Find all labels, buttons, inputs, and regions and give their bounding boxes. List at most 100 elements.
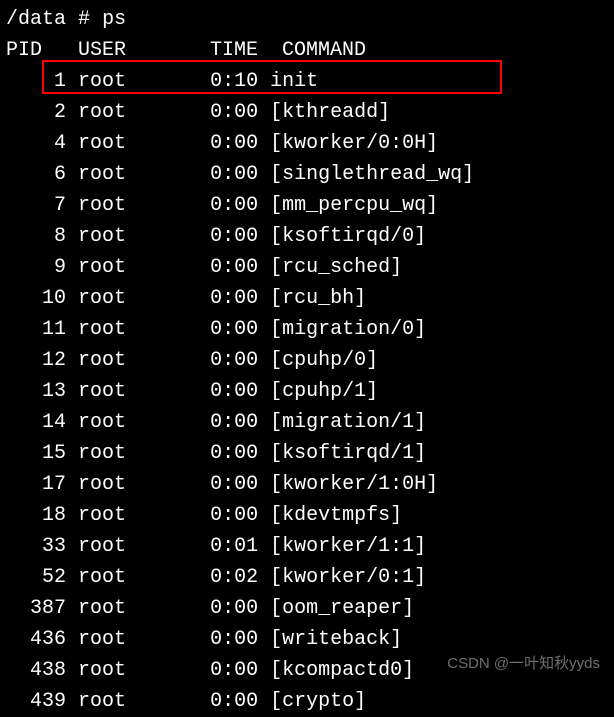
user-cell: root bbox=[78, 411, 186, 434]
pid-cell: 436 bbox=[6, 628, 66, 651]
command-cell: [oom_reaper] bbox=[270, 597, 414, 620]
pid-cell: 8 bbox=[6, 225, 66, 248]
pid-cell: 387 bbox=[6, 597, 66, 620]
command-cell: [mm_percpu_wq] bbox=[270, 194, 438, 217]
command-cell: init bbox=[270, 70, 318, 93]
command-cell: [crypto] bbox=[270, 690, 366, 713]
pid-cell: 438 bbox=[6, 659, 66, 682]
command-cell: [writeback] bbox=[270, 628, 402, 651]
ps-row: 438 root 0:00 [kcompactd0] bbox=[6, 655, 608, 686]
time-cell: 0:00 bbox=[186, 628, 258, 651]
command-cell: [rcu_bh] bbox=[270, 287, 366, 310]
command-cell: [migration/1] bbox=[270, 411, 426, 434]
ps-row: 4 root 0:00 [kworker/0:0H] bbox=[6, 128, 608, 159]
user-cell: root bbox=[78, 349, 186, 372]
user-cell: root bbox=[78, 566, 186, 589]
ps-row: 10 root 0:00 [rcu_bh] bbox=[6, 283, 608, 314]
command-cell: [migration/0] bbox=[270, 318, 426, 341]
user-cell: root bbox=[78, 628, 186, 651]
user-cell: root bbox=[78, 101, 186, 124]
pid-cell: 33 bbox=[6, 535, 66, 558]
pid-cell: 13 bbox=[6, 380, 66, 403]
user-cell: root bbox=[78, 256, 186, 279]
time-cell: 0:02 bbox=[186, 566, 258, 589]
ps-row: 7 root 0:00 [mm_percpu_wq] bbox=[6, 190, 608, 221]
time-cell: 0:00 bbox=[186, 194, 258, 217]
user-cell: root bbox=[78, 690, 186, 713]
user-cell: root bbox=[78, 442, 186, 465]
pid-cell: 4 bbox=[6, 132, 66, 155]
user-cell: root bbox=[78, 194, 186, 217]
prompt-symbol: # bbox=[78, 8, 90, 31]
user-cell: root bbox=[78, 597, 186, 620]
ps-row: 2 root 0:00 [kthreadd] bbox=[6, 97, 608, 128]
command-cell: [kcompactd0] bbox=[270, 659, 414, 682]
ps-row: 6 root 0:00 [singlethread_wq] bbox=[6, 159, 608, 190]
user-cell: root bbox=[78, 318, 186, 341]
time-cell: 0:00 bbox=[186, 659, 258, 682]
ps-row: 387 root 0:00 [oom_reaper] bbox=[6, 593, 608, 624]
pid-cell: 1 bbox=[6, 70, 66, 93]
pid-cell: 11 bbox=[6, 318, 66, 341]
pid-cell: 18 bbox=[6, 504, 66, 527]
time-cell: 0:00 bbox=[186, 101, 258, 124]
user-cell: root bbox=[78, 659, 186, 682]
shell-prompt-line: /data # ps bbox=[6, 4, 608, 35]
ps-row: 52 root 0:02 [kworker/0:1] bbox=[6, 562, 608, 593]
command-cell: [kworker/0:1] bbox=[270, 566, 426, 589]
command-cell: [kdevtmpfs] bbox=[270, 504, 402, 527]
user-cell: root bbox=[78, 535, 186, 558]
time-cell: 0:00 bbox=[186, 163, 258, 186]
ps-row: 8 root 0:00 [ksoftirqd/0] bbox=[6, 221, 608, 252]
time-cell: 0:00 bbox=[186, 690, 258, 713]
time-cell: 0:00 bbox=[186, 318, 258, 341]
ps-row: 15 root 0:00 [ksoftirqd/1] bbox=[6, 438, 608, 469]
command-cell: [kworker/1:0H] bbox=[270, 473, 438, 496]
time-cell: 0:00 bbox=[186, 380, 258, 403]
pid-cell: 12 bbox=[6, 349, 66, 372]
command-cell: [singlethread_wq] bbox=[270, 163, 474, 186]
command-cell: [rcu_sched] bbox=[270, 256, 402, 279]
command-cell: [kworker/1:1] bbox=[270, 535, 426, 558]
time-cell: 0:01 bbox=[186, 535, 258, 558]
ps-row: 11 root 0:00 [migration/0] bbox=[6, 314, 608, 345]
time-cell: 0:00 bbox=[186, 411, 258, 434]
command-cell: [ksoftirqd/0] bbox=[270, 225, 426, 248]
ps-row: 18 root 0:00 [kdevtmpfs] bbox=[6, 500, 608, 531]
pid-cell: 14 bbox=[6, 411, 66, 434]
time-cell: 0:00 bbox=[186, 287, 258, 310]
ps-row: 12 root 0:00 [cpuhp/0] bbox=[6, 345, 608, 376]
time-cell: 0:00 bbox=[186, 225, 258, 248]
user-cell: root bbox=[78, 225, 186, 248]
user-cell: root bbox=[78, 504, 186, 527]
pid-cell: 439 bbox=[6, 690, 66, 713]
prompt-path: /data bbox=[6, 8, 66, 31]
pid-cell: 52 bbox=[6, 566, 66, 589]
pid-cell: 6 bbox=[6, 163, 66, 186]
ps-row: 14 root 0:00 [migration/1] bbox=[6, 407, 608, 438]
time-cell: 0:00 bbox=[186, 442, 258, 465]
prompt-command: ps bbox=[102, 8, 126, 31]
user-cell: root bbox=[78, 70, 186, 93]
user-cell: root bbox=[78, 380, 186, 403]
pid-cell: 17 bbox=[6, 473, 66, 496]
user-cell: root bbox=[78, 163, 186, 186]
time-cell: 0:00 bbox=[186, 256, 258, 279]
time-cell: 0:00 bbox=[186, 473, 258, 496]
ps-row: 439 root 0:00 [crypto] bbox=[6, 686, 608, 717]
ps-row: 17 root 0:00 [kworker/1:0H] bbox=[6, 469, 608, 500]
pid-cell: 15 bbox=[6, 442, 66, 465]
time-cell: 0:00 bbox=[186, 132, 258, 155]
ps-header-row: PID USER TIME COMMAND bbox=[6, 35, 608, 66]
time-cell: 0:00 bbox=[186, 504, 258, 527]
time-cell: 0:00 bbox=[186, 349, 258, 372]
command-cell: [cpuhp/1] bbox=[270, 380, 378, 403]
pid-cell: 2 bbox=[6, 101, 66, 124]
ps-row: 33 root 0:01 [kworker/1:1] bbox=[6, 531, 608, 562]
command-cell: [ksoftirqd/1] bbox=[270, 442, 426, 465]
command-cell: [cpuhp/0] bbox=[270, 349, 378, 372]
ps-row: 436 root 0:00 [writeback] bbox=[6, 624, 608, 655]
command-cell: [kthreadd] bbox=[270, 101, 390, 124]
ps-row: 9 root 0:00 [rcu_sched] bbox=[6, 252, 608, 283]
ps-rows-container: 1 root 0:10 init 2 root 0:00 [kthreadd] … bbox=[6, 66, 608, 717]
